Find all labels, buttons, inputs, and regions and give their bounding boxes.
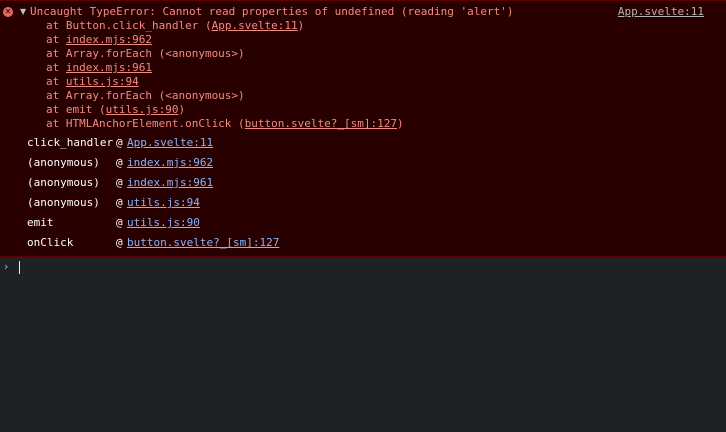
stack-line: at Button.click_handler (App.svelte:11) — [46, 19, 404, 33]
call-frame-link[interactable]: App.svelte:11 — [127, 135, 213, 151]
stack-line: at index.mjs:962 — [46, 33, 404, 47]
call-frame-link[interactable]: utils.js:94 — [127, 195, 200, 211]
stack-line-text: at — [46, 33, 66, 46]
call-frame-function: click_handler — [27, 136, 114, 149]
stack-line-text: at emit ( — [46, 103, 106, 116]
stack-line-text: at — [46, 75, 66, 88]
stack-line-suffix: ) — [397, 117, 404, 130]
devtools-console: ✕ ▼ Uncaught TypeError: Cannot read prop… — [0, 0, 726, 432]
stack-trace: at Button.click_handler (App.svelte:11) a… — [46, 19, 404, 131]
call-frame-at-symbol: @ — [116, 236, 123, 249]
prompt-chevron-icon: › — [4, 260, 9, 273]
text-caret — [19, 261, 20, 274]
stack-line-text: at — [46, 61, 66, 74]
stack-line-text: at Array.forEach (<anonymous>) — [46, 47, 245, 60]
call-frame-function: emit — [27, 216, 54, 229]
stack-line-link[interactable]: App.svelte:11 — [212, 19, 298, 32]
console-input[interactable] — [19, 260, 709, 274]
stack-line-link[interactable]: utils.js:94 — [66, 75, 139, 88]
call-frame-at-symbol: @ — [116, 136, 123, 149]
stack-line-link[interactable]: button.svelte?_[sm]:127 — [245, 117, 397, 130]
stack-line: at Array.forEach (<anonymous>) — [46, 47, 404, 61]
call-frame-function: (anonymous) — [27, 196, 100, 209]
error-source-link[interactable]: App.svelte:11 — [618, 5, 704, 19]
stack-line: at HTMLAnchorElement.onClick (button.sve… — [46, 117, 404, 131]
stack-line-link[interactable]: index.mjs:962 — [66, 33, 152, 46]
stack-line-suffix: ) — [297, 19, 305, 32]
stack-line: at utils.js:94 — [46, 75, 404, 89]
call-frame-at-symbol: @ — [116, 216, 123, 229]
call-frame-at-symbol: @ — [116, 156, 123, 169]
stack-line-suffix: ) — [178, 103, 186, 116]
stack-line-text: at HTMLAnchorElement.onClick ( — [46, 117, 245, 130]
call-frame-link[interactable]: index.mjs:962 — [127, 155, 213, 171]
error-message-block: ✕ ▼ Uncaught TypeError: Cannot read prop… — [0, 0, 726, 257]
stack-line-link[interactable]: utils.js:90 — [106, 103, 179, 116]
stack-line: at Array.forEach (<anonymous>) — [46, 89, 404, 103]
stack-line: at emit (utils.js:90) — [46, 103, 404, 117]
call-frame-at-symbol: @ — [116, 196, 123, 209]
call-frame-function: onClick — [27, 236, 74, 249]
call-frame-function: (anonymous) — [27, 156, 100, 169]
error-icon: ✕ — [3, 7, 13, 17]
call-frame-function: (anonymous) — [27, 176, 100, 189]
stack-line: at index.mjs:961 — [46, 61, 404, 75]
call-frame-at-symbol: @ — [116, 176, 123, 189]
console-prompt[interactable]: › — [0, 258, 726, 276]
expand-triangle-icon[interactable]: ▼ — [20, 6, 26, 18]
stack-line-text: at Button.click_handler ( — [46, 19, 212, 32]
stack-line-text: at Array.forEach (<anonymous>) — [46, 89, 245, 102]
error-message-text: Uncaught TypeError: Cannot read properti… — [30, 5, 514, 18]
call-frame-link[interactable]: utils.js:90 — [127, 215, 200, 231]
stack-line-link[interactable]: index.mjs:961 — [66, 61, 152, 74]
call-frame-link[interactable]: index.mjs:961 — [127, 175, 213, 191]
call-frame-link[interactable]: button.svelte?_[sm]:127 — [127, 235, 279, 251]
